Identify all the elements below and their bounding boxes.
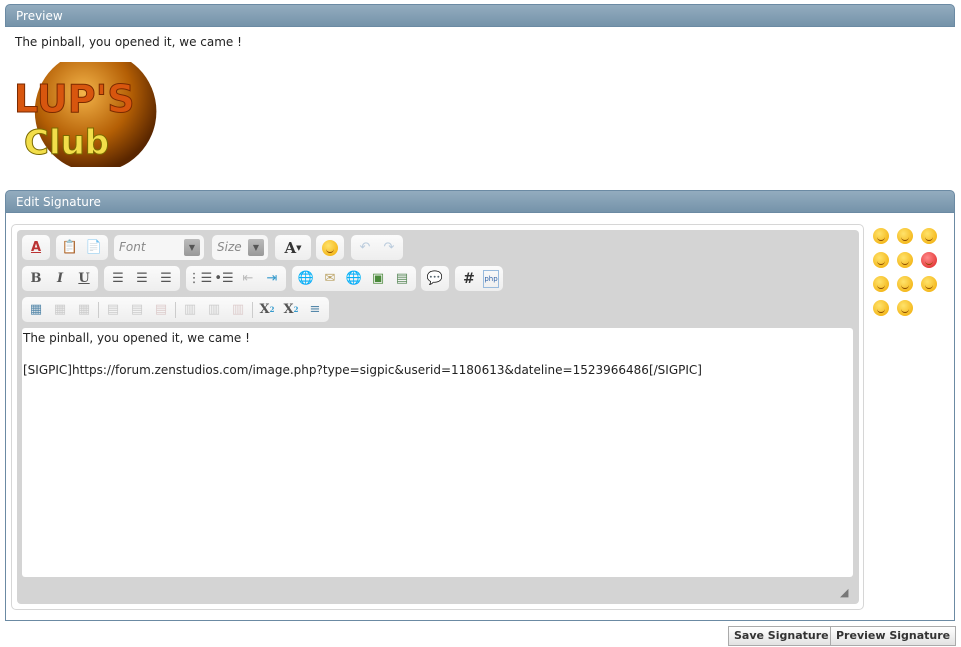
text-color-icon[interactable]: A ▼: [279, 238, 307, 258]
insert-row-below-icon[interactable]: ▤: [127, 300, 147, 320]
underline-icon[interactable]: U: [74, 269, 94, 289]
ordered-list-icon[interactable]: ⋮☰: [188, 269, 213, 289]
unlink-icon[interactable]: 🌐: [344, 269, 364, 289]
smiley-smile-icon[interactable]: [921, 228, 937, 244]
delete-col-icon[interactable]: ▥: [228, 300, 248, 320]
smiley-cool-icon[interactable]: [873, 300, 889, 316]
preview-title: Preview: [16, 9, 63, 23]
image-icon[interactable]: ▣: [368, 269, 388, 289]
smiley-grin-icon[interactable]: [873, 228, 889, 244]
separator: [175, 301, 176, 318]
php-icon[interactable]: php: [483, 269, 499, 288]
preview-signature-button[interactable]: Preview Signature: [830, 626, 957, 646]
table-props-icon[interactable]: ▦: [50, 300, 70, 320]
superscript-icon[interactable]: X2: [281, 300, 301, 320]
toolbar-group-history: ↶ ↷: [351, 235, 403, 260]
align-right-icon[interactable]: ☰: [156, 269, 176, 289]
undo-icon[interactable]: ↶: [355, 238, 375, 258]
toolbar-group-format: A: [22, 235, 50, 260]
insert-col-left-icon[interactable]: ▥: [180, 300, 200, 320]
delete-table-icon[interactable]: ▦: [74, 300, 94, 320]
paste-icon[interactable]: 📋: [60, 238, 80, 258]
edit-signature-title: Edit Signature: [16, 195, 101, 209]
smiley-rolleyes-icon[interactable]: [921, 276, 937, 292]
chevron-down-icon: ▼: [184, 239, 200, 256]
toolbar-group-table: ▦ ▦ ▦ ▤ ▤ ▤ ▥ ▥ ▥ X2 X2 ≡: [22, 297, 329, 322]
toolbar-group-smiley: [316, 235, 344, 260]
smiley-frown-icon[interactable]: [873, 252, 889, 268]
edit-signature-header: Edit Signature: [5, 190, 955, 213]
toolbar-group-code: # php: [455, 266, 503, 291]
smiley-confused-icon[interactable]: [897, 252, 913, 268]
paste-word-icon[interactable]: 📄: [84, 238, 104, 258]
smilies-box: [873, 228, 945, 316]
horizontal-rule-icon[interactable]: ≡: [305, 300, 325, 320]
preview-signature-text: The pinball, you opened it, we came !: [15, 35, 242, 49]
unordered-list-icon[interactable]: •☰: [214, 269, 234, 289]
outdent-icon[interactable]: ⇤: [238, 269, 258, 289]
chevron-down-icon: ▼: [248, 239, 264, 256]
italic-icon[interactable]: I: [50, 269, 70, 289]
separator: [98, 301, 99, 318]
signature-textarea[interactable]: The pinball, you opened it, we came ! [S…: [22, 328, 853, 577]
toolbar-group-align: ☰ ☰ ☰: [104, 266, 180, 291]
toolbar-group-text-style: B I U: [22, 266, 98, 291]
indent-icon[interactable]: ⇥: [262, 269, 282, 289]
quote-icon[interactable]: 💬: [425, 269, 445, 289]
smiley-eek-icon[interactable]: [897, 300, 913, 316]
toolbar-group-quote: 💬: [421, 266, 449, 291]
video-icon[interactable]: ▤: [392, 269, 412, 289]
remove-format-icon[interactable]: A: [26, 238, 46, 258]
separator: [252, 301, 253, 318]
toolbar-group-lists: ⋮☰ •☰ ⇤ ⇥: [186, 266, 286, 291]
preview-header: Preview: [5, 4, 955, 27]
smiley-mad-icon[interactable]: [921, 252, 937, 268]
table-icon[interactable]: ▦: [26, 300, 46, 320]
redo-icon[interactable]: ↷: [379, 238, 399, 258]
align-center-icon[interactable]: ☰: [132, 269, 152, 289]
insert-col-right-icon[interactable]: ▥: [204, 300, 224, 320]
email-icon[interactable]: ✉: [320, 269, 340, 289]
delete-row-icon[interactable]: ▤: [151, 300, 171, 320]
subscript-icon[interactable]: X2: [257, 300, 277, 320]
toolbar-group-insert: 🌐 ✉ 🌐 ▣ ▤: [292, 266, 416, 291]
hash-icon[interactable]: #: [459, 269, 479, 289]
bold-icon[interactable]: B: [26, 269, 46, 289]
signature-image: LUP'S Club: [12, 50, 167, 173]
link-icon[interactable]: 🌐: [296, 269, 316, 289]
toolbar-group-color: A ▼: [275, 235, 311, 260]
smiley-tongue-icon[interactable]: [873, 276, 889, 292]
size-select[interactable]: Size ▼: [212, 235, 268, 260]
svg-text:Club: Club: [24, 123, 109, 163]
save-signature-button[interactable]: Save Signature: [728, 626, 835, 646]
toolbar-group-paste: 📋 📄: [56, 235, 108, 260]
insert-row-above-icon[interactable]: ▤: [103, 300, 123, 320]
smiley-icon[interactable]: [320, 238, 340, 258]
svg-text:LUP'S: LUP'S: [14, 77, 135, 121]
align-left-icon[interactable]: ☰: [108, 269, 128, 289]
font-select[interactable]: Font ▼: [114, 235, 204, 260]
smiley-blush-icon[interactable]: [897, 228, 913, 244]
smiley-biggrin-icon[interactable]: [897, 276, 913, 292]
resize-handle-icon[interactable]: ◢: [840, 586, 852, 599]
